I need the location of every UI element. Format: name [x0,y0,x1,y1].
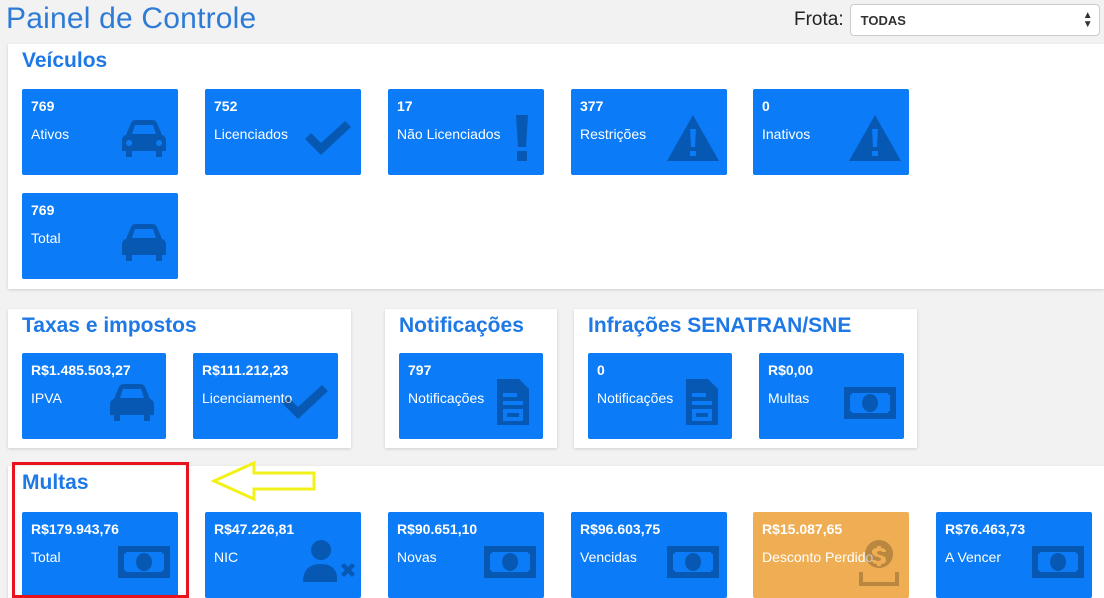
money-bill-icon [842,377,898,427]
warning-icon [847,113,903,163]
panel-title-veiculos: Veículos [22,49,108,72]
card-multas-novas[interactable]: R$90.651,10 Novas [388,512,544,598]
panel-title-notificacoes: Notificações [399,314,524,337]
card-label: NIC [214,549,239,565]
page-title: Painel de Controle [6,2,257,35]
card-value: 377 [580,98,604,114]
card-infracoes-notificacoes[interactable]: 0 Notificações [588,353,732,439]
card-veiculos-restricoes[interactable]: 377 Restrições [571,89,727,175]
card-veiculos-inativos[interactable]: 0 Inativos [753,89,909,175]
card-label: Multas [768,390,810,406]
card-value: R$111.212,23 [202,362,289,378]
card-veiculos-ativos[interactable]: 769 Ativos [22,89,178,175]
card-label: Restrições [580,126,647,142]
car-icon [116,113,172,163]
card-multas-vencidas[interactable]: R$96.603,75 Vencidas [571,512,727,598]
card-veiculos-nao-licenciados[interactable]: 17 Não Licenciados [388,89,544,175]
card-label: Notificações [597,390,674,406]
check-icon [276,377,332,427]
card-value: R$47.226,81 [214,521,295,537]
card-taxas-ipva[interactable]: R$1.485.503,27 IPVA [22,353,166,439]
yellow-arrow-annotation [210,460,316,502]
user-times-icon [299,536,355,586]
card-label: Vencidas [580,549,637,565]
card-value: R$15.087,65 [762,521,843,537]
card-label: Inativos [762,126,811,142]
card-multas-desconto-perdido[interactable]: R$15.087,65 Desconto Perdido [753,512,909,598]
coin-hand-icon [847,536,903,586]
check-icon [299,113,355,163]
fleet-select[interactable]: TODAS ▲ ▼ [849,4,1100,36]
card-veiculos-total[interactable]: 769 Total [22,193,178,279]
card-multas-nic[interactable]: R$47.226,81 NIC [205,512,361,598]
card-value: R$0,00 [768,362,814,378]
card-value: 17 [397,98,413,114]
card-label: Novas [397,549,437,565]
money-bill-icon [482,536,538,586]
card-value: 797 [408,362,432,378]
card-multas-a-vencer[interactable]: R$76.463,73 A Vencer [936,512,1092,598]
card-value: 769 [31,98,55,114]
card-veiculos-licenciados[interactable]: 752 Licenciados [205,89,361,175]
fleet-filter: Frota: TODAS ▲ ▼ [794,4,1100,36]
card-value: 769 [31,202,55,218]
card-label: Licenciados [214,126,288,142]
card-value: R$96.603,75 [580,521,661,537]
card-label: Ativos [31,126,70,142]
money-bill-icon [1030,536,1086,586]
car-icon [116,217,172,267]
card-label: Notificações [408,390,485,406]
card-label: IPVA [31,390,62,406]
money-bill-icon [665,536,721,586]
card-value: 0 [762,98,770,114]
dashboard-page: Painel de Controle Frota: TODAS ▲ ▼ Veícu… [0,0,1104,598]
document-icon [481,377,537,427]
document-icon [670,377,726,427]
select-arrows-icon: ▲ ▼ [1082,10,1093,30]
panel-title-infracoes: Infrações SENATRAN/SNE [588,314,852,337]
card-value: 752 [214,98,238,114]
card-label: Total [31,230,61,246]
card-infracoes-multas[interactable]: R$0,00 Multas [759,353,904,439]
card-value: R$1.485.503,27 [31,362,131,378]
warning-icon [665,113,721,163]
fleet-label: Frota: [794,9,844,30]
exclamation-icon [482,113,538,163]
card-taxas-licenciamento[interactable]: R$111.212,23 Licenciamento [193,353,338,439]
card-notificacoes[interactable]: 797 Notificações [399,353,543,439]
card-value: R$76.463,73 [945,521,1026,537]
card-value: R$90.651,10 [397,521,478,537]
fleet-selected-value: TODAS [860,12,906,28]
car-icon [104,377,160,427]
card-label: A Vencer [945,549,1002,565]
highlight-box [12,462,189,598]
card-value: 0 [597,362,605,378]
panel-title-taxas: Taxas e impostos [22,314,197,337]
